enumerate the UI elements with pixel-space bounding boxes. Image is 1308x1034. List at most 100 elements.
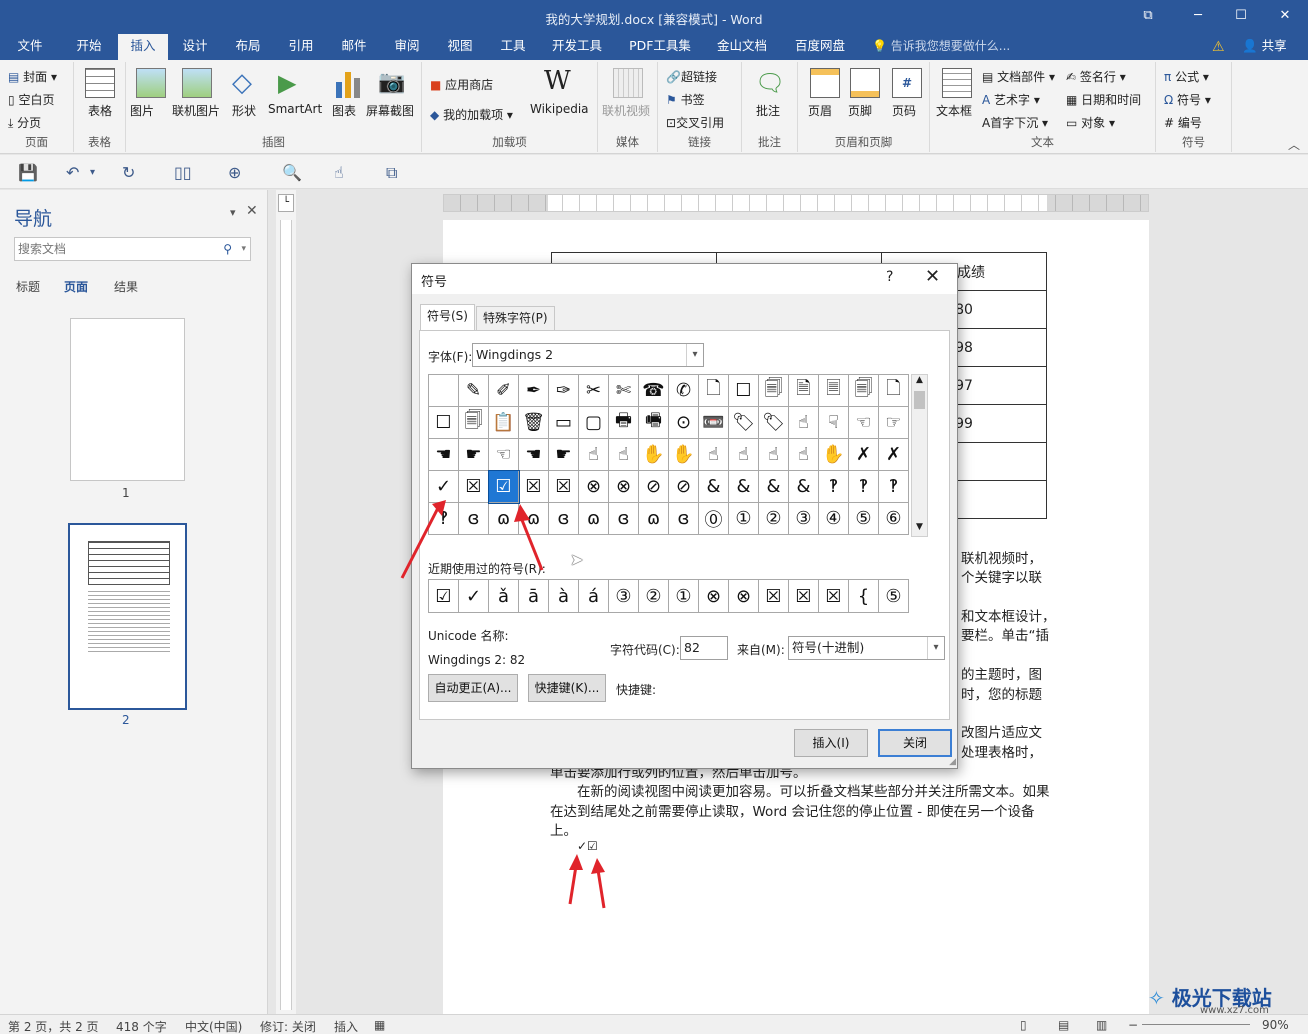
symbol-cell[interactable]: ② xyxy=(758,502,789,535)
nav-tab-headings[interactable]: 标题 xyxy=(16,278,40,295)
symbol-cell[interactable]: ✑ xyxy=(548,374,579,407)
symbol-cell[interactable]: ✄ xyxy=(608,374,639,407)
quick-parts-button[interactable]: ▤ 文档部件 ▾ xyxy=(982,68,1055,85)
symbol-cell[interactable]: ③ xyxy=(788,502,819,535)
dialog-close-icon[interactable]: ✕ xyxy=(925,266,940,287)
symbol-cell[interactable]: ✎ xyxy=(458,374,489,407)
tab-symbols[interactable]: 符号(S) xyxy=(420,304,475,331)
table-icon[interactable] xyxy=(85,68,115,98)
symbol-grid-scrollbar[interactable]: ▲ ▼ xyxy=(911,374,928,537)
tell-me-box[interactable]: 💡 告诉我您想要做什么... xyxy=(872,34,1010,60)
symbol-cell[interactable]: ☝ xyxy=(698,438,729,471)
symbol-cell[interactable]: ⑤ xyxy=(848,502,879,535)
resize-grip-icon[interactable]: ◢ xyxy=(949,757,956,767)
search-icon[interactable]: ⚲ xyxy=(223,238,232,260)
autocorrect-button[interactable]: 自动更正(A)... xyxy=(428,674,518,702)
minimize-icon[interactable]: ─ xyxy=(1183,6,1213,26)
symbol-cell[interactable]: 🗐 xyxy=(758,374,789,407)
symbol-cell[interactable]: & xyxy=(758,470,789,503)
symbol-cell[interactable]: ‽ xyxy=(818,470,849,503)
read-mode-icon[interactable]: ▯▯ xyxy=(174,163,192,182)
recent-symbol-cell[interactable]: ☒ xyxy=(758,579,789,613)
symbol-cell[interactable]: ⊙ xyxy=(668,406,699,439)
font-select[interactable]: Wingdings 2 ▾ xyxy=(472,343,704,367)
store-button[interactable]: ■ 应用商店 xyxy=(430,76,493,93)
online-picture-label[interactable]: 联机图片 xyxy=(172,102,220,119)
smartart-icon[interactable]: ▶ xyxy=(278,68,308,98)
nav-close-icon[interactable]: ✕ xyxy=(246,203,258,219)
close-button[interactable]: 关闭 xyxy=(878,729,952,757)
redo-icon[interactable]: ↻ xyxy=(122,163,135,182)
header-icon[interactable] xyxy=(810,68,840,98)
symbol-cell[interactable]: & xyxy=(788,470,819,503)
warning-icon[interactable]: ⚠ xyxy=(1212,39,1225,55)
nav-options-icon[interactable]: ▾ xyxy=(230,206,236,219)
tab-baidu-netdisk[interactable]: 百度网盘 xyxy=(786,34,854,60)
my-addins-button[interactable]: ◆ 我的加载项 ▾ xyxy=(430,106,513,123)
tab-kingsoft-docs[interactable]: 金山文档 xyxy=(708,34,776,60)
symbol-cell[interactable]: ☝ xyxy=(788,438,819,471)
status-language[interactable]: 中文(中国) xyxy=(185,1018,242,1034)
nav-tab-pages[interactable]: 页面 xyxy=(64,278,88,295)
tab-view[interactable]: 视图 xyxy=(437,34,483,60)
symbol-cell[interactable]: ✗ xyxy=(848,438,879,471)
screenshot-icon[interactable]: 📷 xyxy=(378,68,408,98)
chevron-down-icon[interactable]: ▾ xyxy=(686,344,703,366)
symbol-cell[interactable]: 🗎 xyxy=(788,374,819,407)
bookmark-button[interactable]: ⚑ 书签 xyxy=(666,91,705,108)
symbol-cell[interactable]: ① xyxy=(728,502,759,535)
tab-home[interactable]: 开始 xyxy=(66,34,112,60)
symbol-cell[interactable]: 🖶 xyxy=(608,406,639,439)
symbol-cell[interactable]: ✂ xyxy=(578,374,609,407)
cross-reference-button[interactable]: ⊡交叉引用 xyxy=(666,114,724,131)
undo-icon[interactable]: ↶ xyxy=(66,163,79,182)
symbol-cell[interactable]: 🗏 xyxy=(818,374,849,407)
table-label[interactable]: 表格 xyxy=(74,102,126,119)
cover-button[interactable]: ▤ 封面 ▾ xyxy=(8,68,57,85)
symbol-cell[interactable]: & xyxy=(728,470,759,503)
symbol-cell[interactable]: ɷ xyxy=(578,502,609,535)
tab-mailings[interactable]: 邮件 xyxy=(331,34,377,60)
footer-label[interactable]: 页脚 xyxy=(848,102,872,119)
symbol-cell[interactable]: ④ xyxy=(818,502,849,535)
status-words[interactable]: 418 个字 xyxy=(116,1018,167,1034)
zoom-slider[interactable] xyxy=(1142,1024,1250,1025)
shapes-icon[interactable]: ◇ xyxy=(232,68,262,98)
restore-icon[interactable]: ⧉ xyxy=(1133,6,1163,26)
symbol-button[interactable]: Ω 符号 ▾ xyxy=(1164,91,1211,108)
save-icon[interactable]: 💾 xyxy=(18,163,38,182)
wikipedia-label[interactable]: Wikipedia xyxy=(530,102,589,116)
signature-line-button[interactable]: ✍ 签名行 ▾ xyxy=(1066,68,1126,85)
drop-cap-button[interactable]: A首字下沉 ▾ xyxy=(982,114,1048,131)
smartart-label[interactable]: SmartArt xyxy=(268,102,322,116)
tab-tools[interactable]: 工具 xyxy=(490,34,536,60)
symbol-cell[interactable]: 🗐 xyxy=(848,374,879,407)
symbol-cell[interactable]: 📋 xyxy=(488,406,519,439)
tab-layout[interactable]: 布局 xyxy=(225,34,271,60)
symbol-cell[interactable] xyxy=(428,374,459,407)
shapes-label[interactable]: 形状 xyxy=(232,102,256,119)
symbol-cell[interactable]: ☚ xyxy=(428,438,459,471)
comment-icon[interactable]: 🗨 xyxy=(755,68,785,98)
scroll-thumb[interactable] xyxy=(914,391,925,409)
symbol-cell[interactable]: ⊘ xyxy=(638,470,669,503)
recent-symbol-cell[interactable]: ⑤ xyxy=(878,579,909,613)
nav-search-input[interactable]: 搜索文档 ⚲ ▾ xyxy=(14,237,251,261)
symbol-cell[interactable]: ⓪ xyxy=(698,502,729,535)
symbol-cell[interactable]: ɞ xyxy=(668,502,699,535)
recent-symbol-cell[interactable]: { xyxy=(848,579,879,613)
recent-symbol-cell[interactable]: ③ xyxy=(608,579,639,613)
tab-developer[interactable]: 开发工具 xyxy=(544,34,610,60)
symbol-cell[interactable]: ✗ xyxy=(878,438,909,471)
zoom-level[interactable]: 90% xyxy=(1262,1018,1289,1032)
status-page[interactable]: 第 2 页，共 2 页 xyxy=(8,1018,99,1034)
from-select[interactable]: 符号(十进制) ▾ xyxy=(788,636,945,660)
recent-symbol-cell[interactable]: ☒ xyxy=(788,579,819,613)
symbol-cell[interactable]: ⊗ xyxy=(608,470,639,503)
recent-symbol-cell[interactable]: ② xyxy=(638,579,669,613)
picture-icon[interactable] xyxy=(136,68,166,98)
symbol-cell[interactable]: 🏷 xyxy=(758,406,789,439)
symbol-cell[interactable]: ☎ xyxy=(638,374,669,407)
insert-button[interactable]: 插入(I) xyxy=(794,729,868,757)
macro-icon[interactable]: ▦ xyxy=(374,1018,385,1032)
